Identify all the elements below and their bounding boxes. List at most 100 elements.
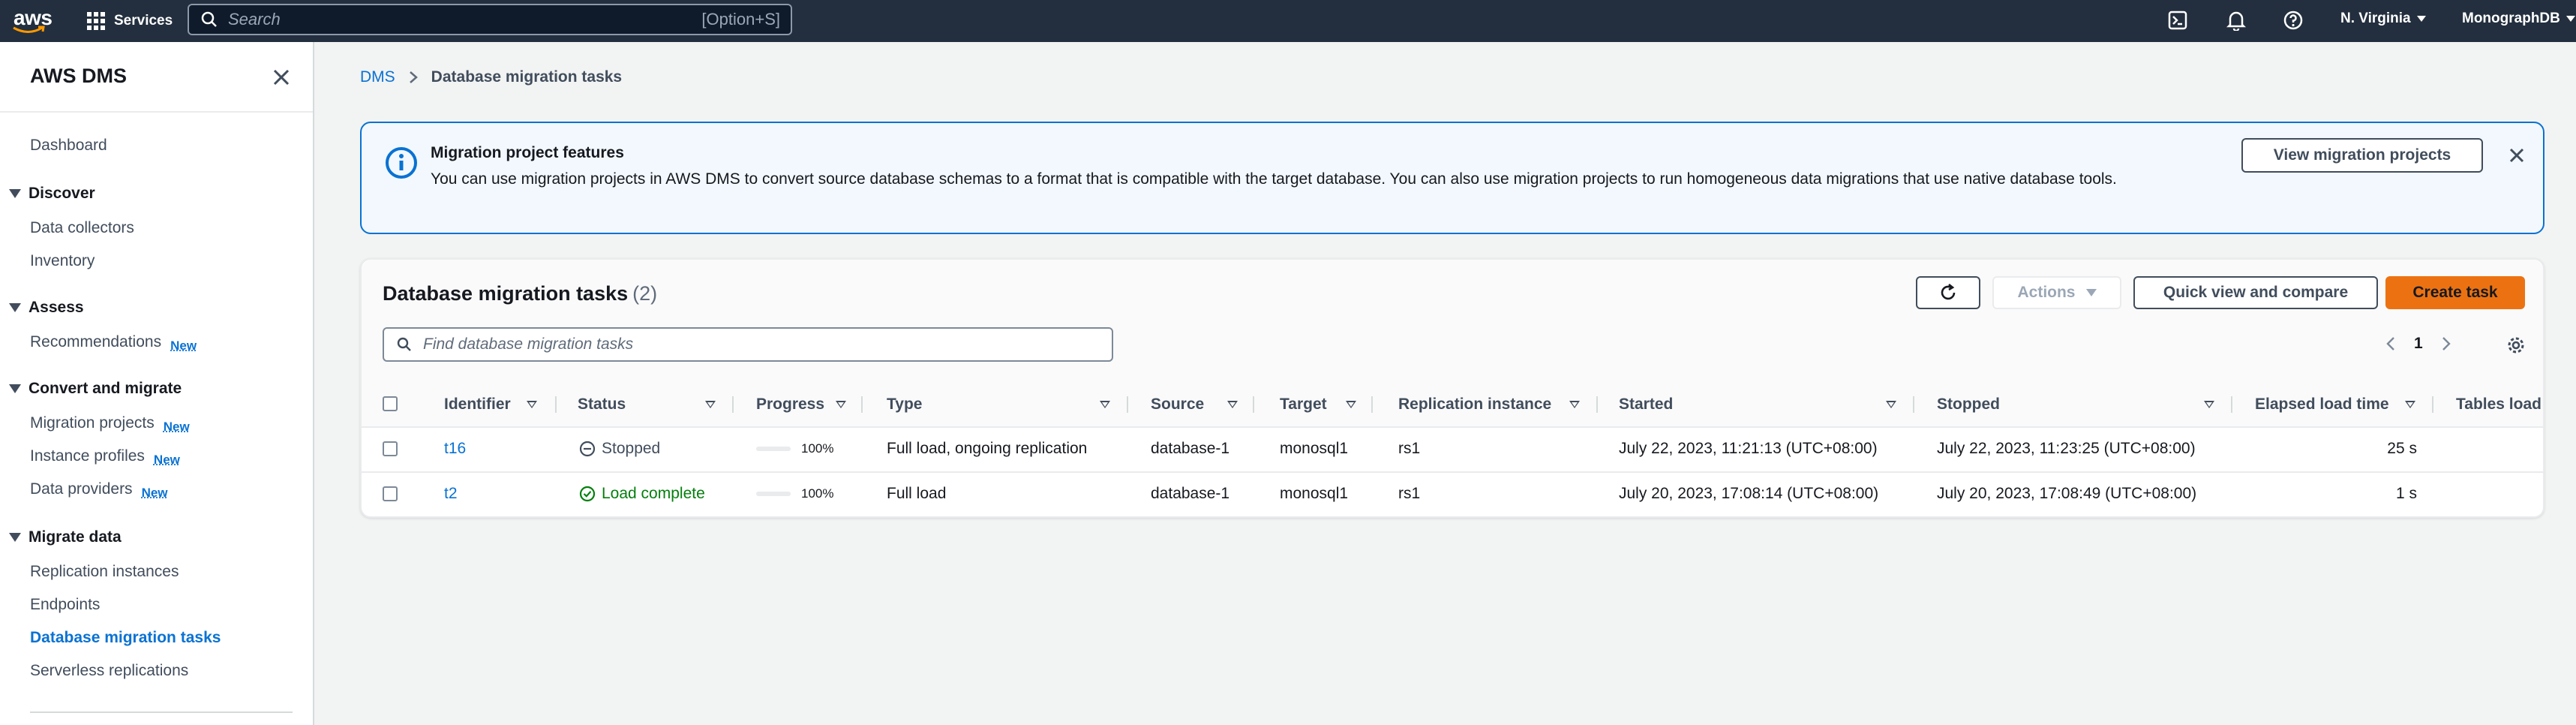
sort-caret-icon[interactable]	[836, 401, 846, 408]
help-icon[interactable]	[2280, 8, 2306, 33]
new-badge: New	[163, 420, 190, 434]
sort-caret-icon[interactable]	[1227, 401, 1238, 408]
breadcrumb: DMS Database migration tasks	[360, 68, 622, 86]
sort-caret-icon[interactable]	[2204, 401, 2214, 408]
column-resizer[interactable]	[2231, 396, 2232, 413]
sidebar-item-database-migration-tasks[interactable]: Database migration tasks	[30, 629, 221, 647]
column-header-replication-instance[interactable]: Replication instance	[1398, 383, 1551, 426]
sidebar-title[interactable]: AWS DMS	[30, 65, 127, 88]
section-label: Discover	[29, 185, 95, 202]
sidebar-item-serverless-replications[interactable]: Serverless replications	[30, 662, 188, 680]
sort-caret-icon[interactable]	[2405, 401, 2415, 408]
replication-instance-cell: rs1	[1398, 440, 1421, 457]
find-tasks-search[interactable]	[383, 327, 1113, 362]
sort-caret-icon[interactable]	[705, 401, 716, 408]
region-selector[interactable]: N. Virginia	[2340, 11, 2426, 27]
progress-bar	[756, 492, 791, 496]
services-menu-button[interactable]: Services	[87, 6, 173, 36]
column-resizer[interactable]	[1913, 396, 1914, 413]
source-cell: database-1	[1151, 485, 1230, 502]
column-resizer[interactable]	[1253, 396, 1254, 413]
target-cell: monosql1	[1280, 485, 1349, 502]
refresh-icon	[1941, 283, 1956, 300]
sort-caret-icon[interactable]	[1886, 401, 1896, 408]
type-cell: Full load	[887, 485, 947, 502]
table-header-row: Identifier Status Progress Type Source T…	[362, 383, 2543, 428]
column-resizer[interactable]	[732, 396, 734, 413]
column-resizer[interactable]	[1371, 396, 1373, 413]
column-header-source[interactable]: Source	[1151, 383, 1204, 426]
banner-text: You can use migration projects in AWS DM…	[431, 170, 2117, 188]
sidebar-item-label: Instance profiles	[30, 447, 145, 465]
account-menu[interactable]: MonographDB	[2462, 11, 2575, 27]
elapsed-cell: 25 s	[2387, 440, 2417, 457]
table-row[interactable]: t2 Load complete 100% Full load database…	[362, 471, 2543, 516]
column-resizer[interactable]	[1596, 396, 1598, 413]
breadcrumb-link-dms[interactable]: DMS	[360, 68, 395, 86]
sidebar-item-dashboard[interactable]: Dashboard	[30, 137, 107, 155]
banner-title: Migration project features	[431, 144, 624, 161]
create-task-button[interactable]: Create task	[2385, 276, 2525, 309]
search-input[interactable]	[227, 9, 702, 30]
cloudshell-icon[interactable]	[2165, 8, 2190, 33]
sidebar-item-endpoints[interactable]: Endpoints	[30, 596, 100, 614]
column-header-identifier[interactable]: Identifier	[444, 383, 511, 426]
column-header-stopped[interactable]: Stopped	[1937, 383, 2000, 426]
divider	[0, 111, 313, 113]
column-header-tables-loaded[interactable]: Tables load	[2456, 383, 2541, 426]
panel-title: Database migration tasks (2)	[383, 282, 657, 305]
row-checkbox[interactable]	[383, 486, 398, 501]
global-search[interactable]: [Option+S]	[188, 4, 792, 35]
column-resizer[interactable]	[555, 396, 557, 413]
sort-caret-icon[interactable]	[1100, 401, 1110, 408]
sidebar-item-replication-instances[interactable]: Replication instances	[30, 563, 179, 581]
column-header-target[interactable]: Target	[1280, 383, 1327, 426]
row-checkbox[interactable]	[383, 441, 398, 456]
task-identifier-link[interactable]: t16	[444, 426, 466, 471]
sidebar-item-instance-profiles[interactable]: Instance profiles New	[30, 447, 180, 467]
sidebar-item-recommendations[interactable]: Recommendations New	[30, 333, 197, 353]
column-header-elapsed-load-time[interactable]: Elapsed load time	[2255, 383, 2389, 426]
sidebar-item-migration-projects[interactable]: Migration projects New	[30, 414, 190, 434]
sidebar-item-data-providers[interactable]: Data providers New	[30, 480, 168, 500]
select-all-checkbox[interactable]	[383, 396, 398, 411]
sort-caret-icon[interactable]	[1569, 401, 1580, 408]
check-circle-icon	[579, 486, 596, 502]
gear-icon[interactable]	[2505, 335, 2526, 356]
sidebar-item-label: Data providers	[30, 480, 133, 498]
column-header-status[interactable]: Status	[578, 383, 626, 426]
chevron-right-icon	[409, 71, 418, 83]
column-resizer[interactable]	[861, 396, 863, 413]
quick-view-compare-button[interactable]: Quick view and compare	[2133, 276, 2378, 309]
expand-triangle-icon	[9, 303, 21, 312]
column-resizer[interactable]	[1127, 396, 1128, 413]
notifications-bell-icon[interactable]	[2223, 8, 2249, 33]
task-identifier-link[interactable]: t2	[444, 471, 458, 516]
chevron-right-icon[interactable]	[2441, 335, 2451, 352]
chevron-left-icon[interactable]	[2385, 335, 2396, 352]
sidebar-section-migrate-data[interactable]: Migrate data	[9, 528, 122, 546]
sidebar-section-assess[interactable]: Assess	[9, 299, 84, 317]
aws-logo[interactable]: aws	[11, 5, 53, 36]
close-icon[interactable]	[270, 66, 293, 89]
refresh-button[interactable]	[1916, 276, 1980, 309]
table-row[interactable]: t16 Stopped 100% Full load, ongoing repl…	[362, 426, 2543, 473]
column-header-progress[interactable]: Progress	[756, 383, 824, 426]
sidebar-section-convert[interactable]: Convert and migrate	[9, 380, 182, 398]
actions-label: Actions	[2017, 284, 2076, 301]
sidebar-item-data-collectors[interactable]: Data collectors	[30, 219, 134, 237]
sidebar-section-discover[interactable]: Discover	[9, 185, 95, 203]
close-icon[interactable]	[2505, 144, 2528, 167]
actions-dropdown-button[interactable]: Actions	[1992, 276, 2121, 309]
column-header-started[interactable]: Started	[1619, 383, 1673, 426]
current-page-number[interactable]: 1	[2414, 335, 2423, 353]
column-header-type[interactable]: Type	[887, 383, 922, 426]
sort-caret-icon[interactable]	[1346, 401, 1356, 408]
sidebar-item-inventory[interactable]: Inventory	[30, 252, 95, 270]
status-text: Stopped	[602, 440, 661, 457]
sort-caret-icon[interactable]	[527, 401, 537, 408]
account-label: MonographDB	[2462, 11, 2560, 26]
find-tasks-input[interactable]	[422, 335, 1112, 354]
column-resizer[interactable]	[2432, 396, 2433, 413]
view-migration-projects-button[interactable]: View migration projects	[2241, 138, 2483, 173]
